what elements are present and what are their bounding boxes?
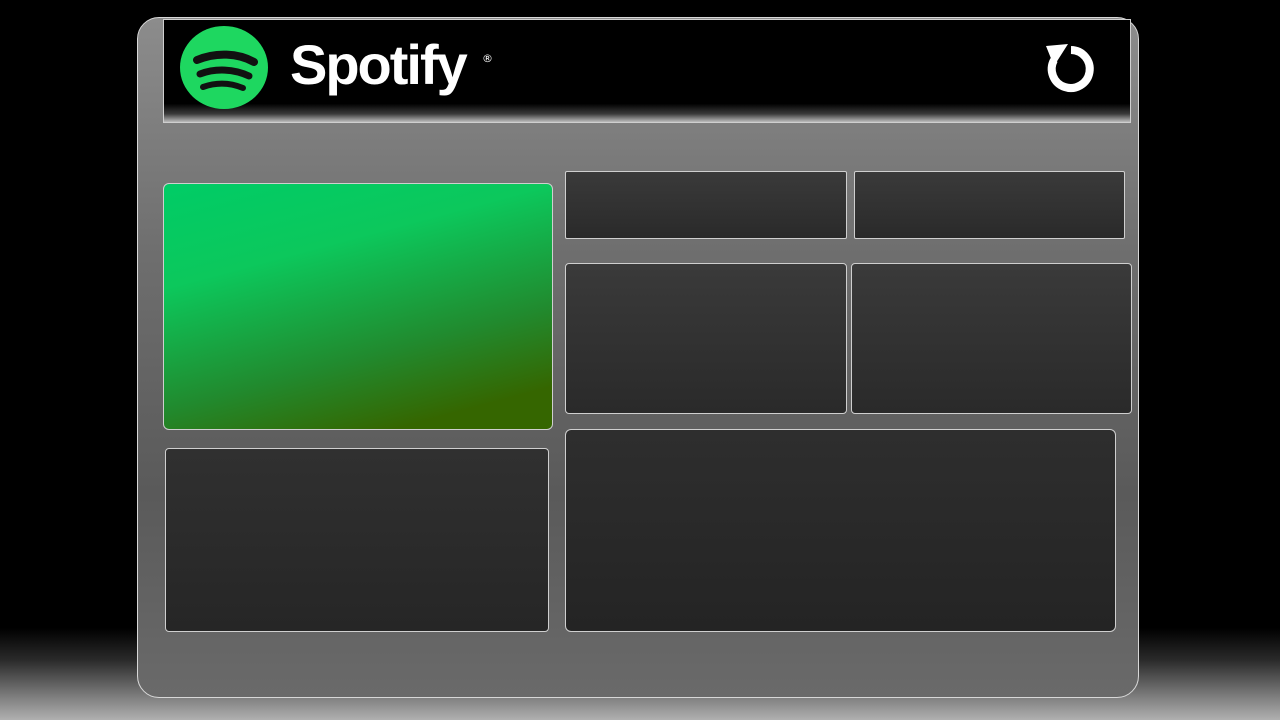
hero-panel[interactable] <box>163 183 553 430</box>
registered-mark: ® <box>482 52 493 65</box>
brand-name: Spotify <box>290 33 468 96</box>
refresh-icon[interactable] <box>1040 38 1102 100</box>
spotify-logo-icon <box>180 26 268 109</box>
top-right-panel[interactable] <box>854 171 1125 239</box>
middle-right-panel[interactable] <box>851 263 1132 414</box>
middle-left-panel[interactable] <box>565 263 847 414</box>
top-left-panel[interactable] <box>565 171 847 239</box>
bottom-wide-panel[interactable] <box>565 429 1116 632</box>
bottom-left-panel[interactable] <box>165 448 549 632</box>
